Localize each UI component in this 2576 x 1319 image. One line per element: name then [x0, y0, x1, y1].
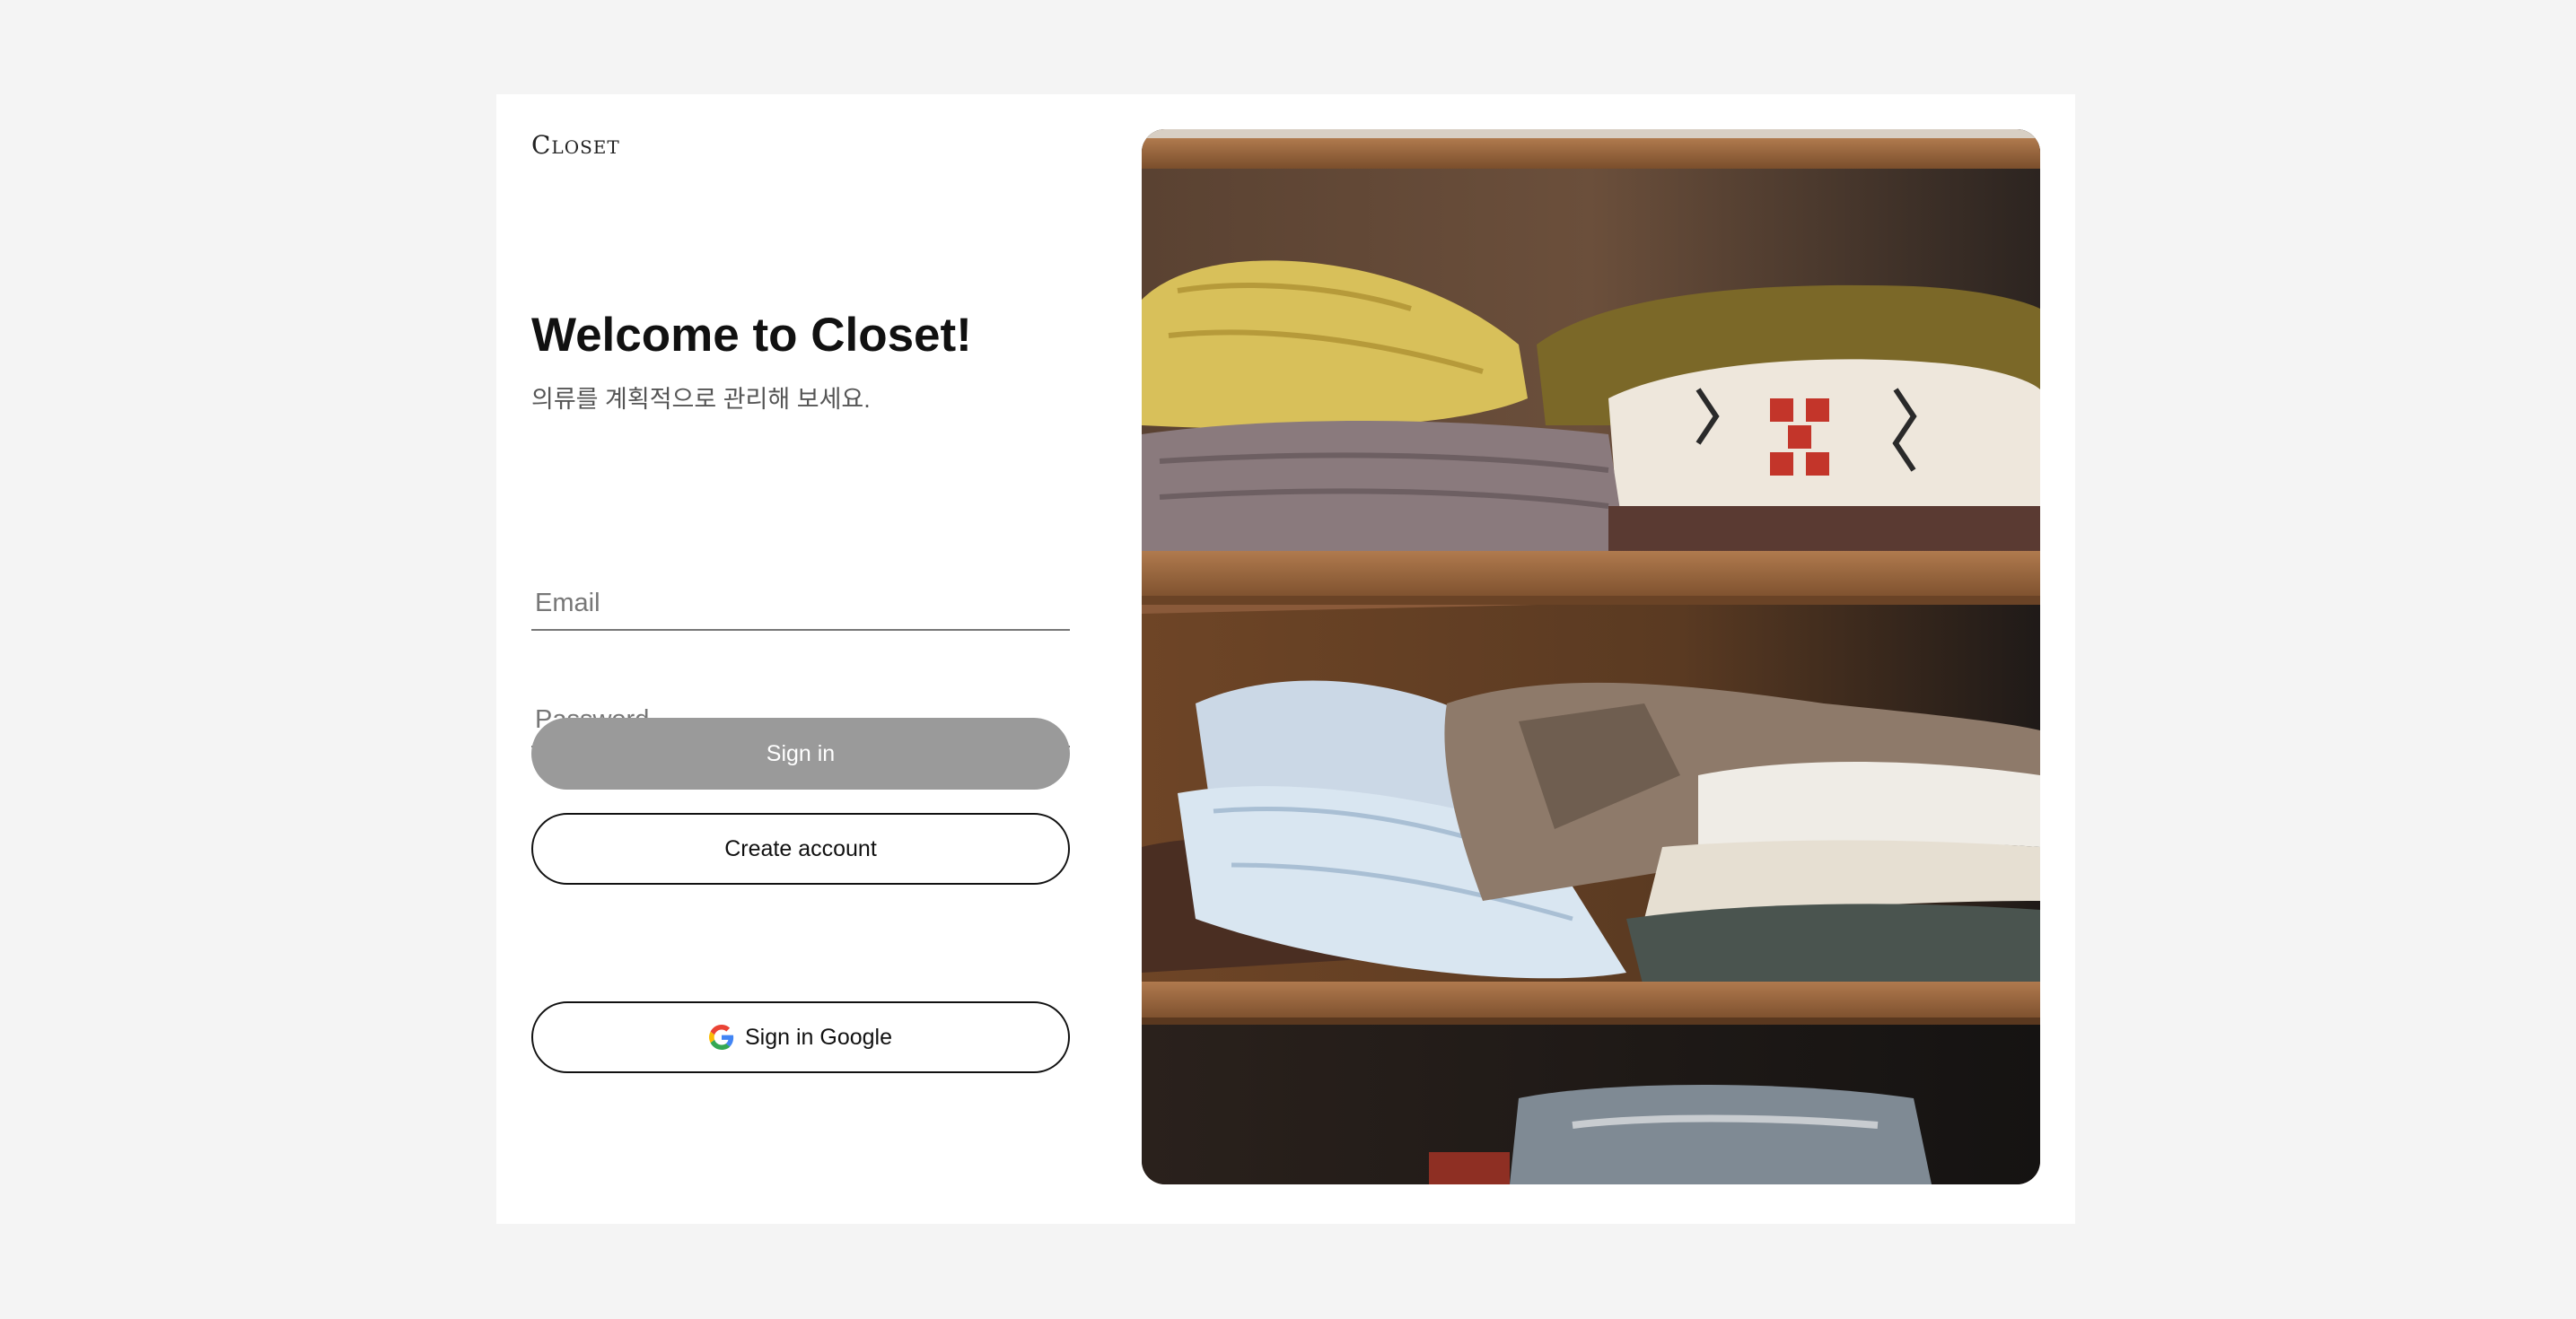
- login-panel: Closet Welcome to Closet! 의류를 계획적으로 관리해 …: [531, 94, 1072, 1224]
- page-title: Welcome to Closet!: [531, 309, 972, 362]
- email-field[interactable]: [531, 577, 1070, 631]
- sign-in-label: Sign in: [766, 740, 836, 766]
- create-account-label: Create account: [724, 835, 877, 861]
- login-card: Closet Welcome to Closet! 의류를 계획적으로 관리해 …: [496, 94, 2075, 1224]
- closet-photo: [1142, 129, 2040, 1184]
- closet-logo: Closet: [531, 130, 620, 160]
- create-account-button[interactable]: Create account: [531, 813, 1070, 885]
- google-sign-in-button[interactable]: Sign in Google: [531, 1001, 1070, 1073]
- google-icon: [708, 1025, 734, 1050]
- closet-photo-illustration: [1142, 129, 2040, 1184]
- sign-in-button[interactable]: Sign in: [531, 718, 1070, 790]
- page-subtitle: 의류를 계획적으로 관리해 보세요.: [531, 386, 871, 413]
- google-sign-in-label: Sign in Google: [744, 1024, 892, 1050]
